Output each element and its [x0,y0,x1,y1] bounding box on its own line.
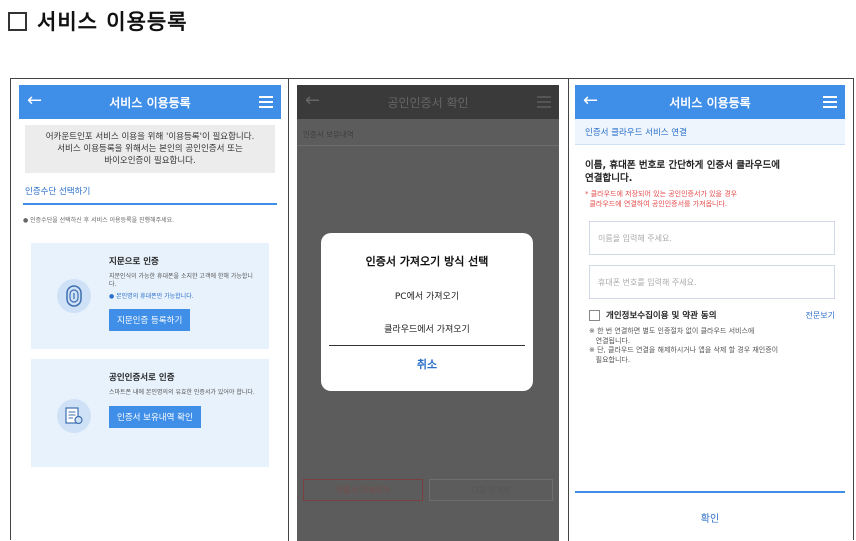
fingerprint-icon [57,279,91,313]
next-step-button[interactable]: 다음 단계로 [429,479,553,501]
section-heading: 인증수단 선택하기 [23,185,277,205]
warning-line: 클라우드에 연결하여 공인인증서를 가져옵니다. [585,200,728,208]
document-title: 서비스 이용등록 [37,10,188,34]
notice-line: 서비스 이용등록을 위해서는 본인의 공인인증서 또는 [57,144,243,154]
phone-number-input[interactable]: 휴대폰 번호를 입력해 주세요. [589,265,835,299]
consent-label: 개인정보수집이용 및 약관 동의 [606,311,717,321]
tab-divider [297,145,559,146]
check-certificate-button[interactable]: 인증서 보유내역 확인 [109,406,201,428]
fingerprint-auth-card: 지문으로 인증 지문인식이 가능한 휴대폰을 소지한 고객에 한해 가능합니다.… [31,243,269,349]
note-line: 필요합니다. [589,355,631,364]
headline: 이름, 휴대폰 번호로 간단하게 인증서 클라우드에 연결합니다. [585,159,835,185]
subheader: 인증서 클라우드 서비스 연결 [575,119,845,145]
notice-box: 어카운트인포 서비스 이용을 위해 '이용등록'이 필요합니다. 서비스 이용등… [25,125,275,173]
confirm-button[interactable]: 확인 [575,491,845,541]
consent-row: 개인정보수집이용 및 약관 동의 전문보기 [589,309,835,321]
back-arrow-icon[interactable]: ← [27,90,42,112]
checkbox-square-icon [8,11,27,31]
warning-text: * 클라우드에 저장되어 있는 공인인증서가 있을 경우 클라우드에 연결하여 … [585,189,835,209]
note-line: ※ 단, 클라우드 연결을 해제하시거나 앱을 삭제 할 경우 재인증이 [589,346,779,354]
headline-line: 이름, 휴대폰 번호로 간단하게 인증서 클라우드에 [585,160,780,171]
import-from-cloud-option[interactable]: 클라우드에서 가져오기 [321,322,533,335]
name-input[interactable]: 이름을 입력해 주세요. [589,221,835,255]
screen-title: 서비스 이용등록 [669,95,751,110]
app-bar-dimmed: ← 공인인증서 확인 [297,85,559,119]
certificate-card-body: 공인인증서로 인증 스마트폰 내에 본인명의의 유효한 인증서가 있어야 합니다… [109,371,259,428]
app-bar: ← 서비스 이용등록 [19,85,281,119]
screen-title: 공인인증서 확인 [387,95,469,110]
dialog-divider [329,345,525,346]
table-cell-3: ← 서비스 이용등록 인증서 클라우드 서비스 연결 이름, 휴대폰 번호로 간… [569,79,855,541]
notice-line: 어카운트인포 서비스 이용을 위해 '이용등록'이 필요합니다. [45,132,255,142]
card-title: 공인인증서로 인증 [109,373,175,383]
phone-screen-certificate: ← 공인인증서 확인 인증서 보유내역 클릭하여 인증서 가져오기를 진행해주세… [297,85,559,541]
screenshot-table: ← 서비스 이용등록 어카운트인포 서비스 이용을 위해 '이용등록'이 필요합… [10,78,855,541]
phone-screen-registration: ← 서비스 이용등록 어카운트인포 서비스 이용을 위해 '이용등록'이 필요합… [19,85,281,541]
certificate-icon [57,399,91,433]
note-line: 연결됩니다. [589,336,631,345]
card-description: 스마트폰 내에 본인명의의 유효한 인증서가 있어야 합니다. [109,389,255,396]
document-heading: 서비스 이용등록 [8,6,188,36]
phone-screen-cloud: ← 서비스 이용등록 인증서 클라우드 서비스 연결 이름, 휴대폰 번호로 간… [575,85,845,541]
hamburger-menu-icon[interactable] [823,96,837,108]
card-title: 지문으로 인증 [109,257,159,267]
warning-line: * 클라우드에 저장되어 있는 공인인증서가 있을 경우 [585,190,738,198]
dialog-title: 인증서 가져오기 방식 선택 [365,255,489,268]
hamburger-menu-icon[interactable] [537,96,551,108]
section-hint: ● 인증수단을 선택하신 후 서비스 이용등록을 진행해주세요. [23,217,175,224]
hamburger-menu-icon[interactable] [259,96,273,108]
app-bar: ← 서비스 이용등록 [575,85,845,119]
view-full-terms-link[interactable]: 전문보기 [806,310,835,321]
note-line: ※ 한 번 연결하면 별도 인증절차 없이 클라우드 서비스에 [589,327,755,335]
screen-title: 서비스 이용등록 [109,95,191,110]
back-arrow-icon[interactable]: ← [305,90,320,112]
tab-certificate-list[interactable]: 인증서 보유내역 [303,129,354,140]
consent-checkbox[interactable] [589,309,600,321]
register-fingerprint-button[interactable]: 지문인증 등록하기 [109,309,191,331]
headline-line: 연결합니다. [585,173,633,184]
notice-line: 바이오인증이 필요합니다. [104,156,196,166]
fingerprint-card-body: 지문으로 인증 지문인식이 가능한 휴대폰을 소지한 고객에 한해 가능합니다.… [109,255,259,331]
certificate-auth-card: 공인인증서로 인증 스마트폰 내에 본인명의의 유효한 인증서가 있어야 합니다… [31,359,269,467]
cancel-button[interactable]: 취소 [321,356,533,372]
back-arrow-icon[interactable]: ← [583,90,598,112]
card-description: 지문인식이 가능한 휴대폰을 소지한 고객에 한해 가능합니다. [109,273,253,288]
import-certificate-button[interactable]: 인증서 가져오기 [303,479,423,501]
import-method-dialog: 인증서 가져오기 방식 선택 PC에서 가져오기 클라우드에서 가져오기 취소 [321,233,533,391]
notes: ※ 한 번 연결하면 별도 인증절차 없이 클라우드 서비스에 연결됩니다. ※… [589,327,835,365]
import-from-pc-option[interactable]: PC에서 가져오기 [321,289,533,302]
card-note: ● 본인명의 휴대폰만 가능합니다. [109,293,194,300]
table-cell-2: ← 공인인증서 확인 인증서 보유내역 클릭하여 인증서 가져오기를 진행해주세… [289,79,569,541]
table-cell-1: ← 서비스 이용등록 어카운트인포 서비스 이용을 위해 '이용등록'이 필요합… [11,79,289,541]
